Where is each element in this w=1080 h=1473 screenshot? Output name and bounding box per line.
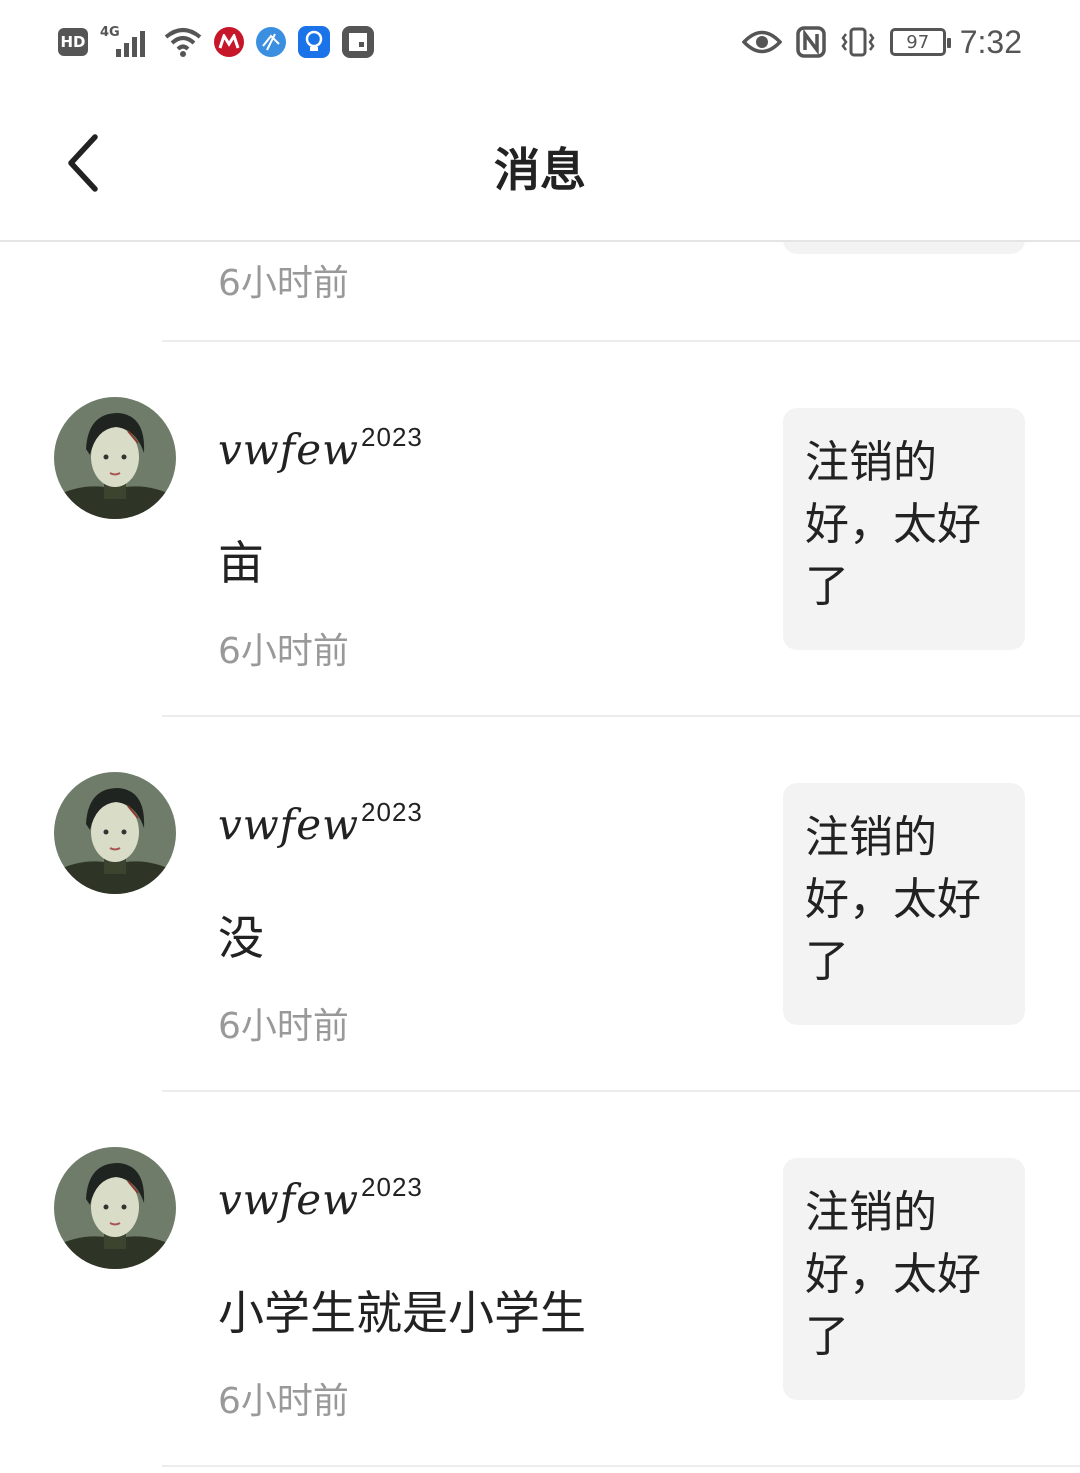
timestamp: 6小时前 [218,1381,349,1422]
hd-voice-icon: HD [58,28,88,56]
bank-app-icon [214,27,244,57]
reference-card[interactable]: 注销的好，太好了 [783,408,1025,650]
cellular-signal-icon: 4G [100,25,152,59]
avatar[interactable] [54,397,176,519]
timestamp: 6小时前 [218,1006,349,1047]
browser-app-icon [256,27,286,57]
list-item[interactable]: vwfew2023 小学生就是小学生 6小时前 注销的好，太好了 [0,1092,1080,1467]
avatar[interactable] [54,772,176,894]
eye-icon [741,30,782,54]
app-header: 消息 [0,84,1080,242]
message-text: 亩 [218,536,264,590]
nfc-icon [795,26,826,58]
wifi-icon [164,28,202,57]
reference-card[interactable]: 注销的好，太好了 [783,783,1025,1025]
status-bar: HD 4G 97 7:32 [0,0,1080,84]
status-icons-right: 97 7:32 [741,22,1022,62]
page-title: 消息 [494,143,586,197]
username[interactable]: vwfew2023 [218,1172,423,1224]
message-list[interactable]: 6小时前 vwfew2023 亩 6小时前 注销的好，太好了 vwfew2023… [0,232,1080,1467]
message-text: 没 [218,911,264,965]
timestamp: 6小时前 [218,631,349,672]
avatar[interactable] [54,1147,176,1269]
vibrate-icon [841,27,875,57]
username-suffix: 2023 [361,797,423,827]
username-text: vwfew [218,1175,360,1224]
status-icons-left: HD 4G [58,22,374,62]
username[interactable]: vwfew2023 [218,422,423,474]
list-item[interactable]: vwfew2023 亩 6小时前 注销的好，太好了 [0,342,1080,717]
list-item-partial[interactable]: 6小时前 [162,232,1080,342]
username-suffix: 2023 [361,1172,423,1202]
battery-icon: 97 [889,28,951,56]
list-item[interactable]: vwfew2023 没 6小时前 注销的好，太好了 [0,717,1080,1092]
clock: 7:32 [959,23,1022,60]
username[interactable]: vwfew2023 [218,797,423,849]
message-text: 小学生就是小学生 [218,1286,586,1340]
username-suffix: 2023 [361,422,423,452]
calendar-app-icon [342,26,374,58]
username-text: vwfew [218,800,360,849]
username-text: vwfew [218,425,360,474]
lightbulb-app-icon [298,26,330,58]
timestamp: 6小时前 [218,263,349,304]
reference-card[interactable]: 注销的好，太好了 [783,1158,1025,1400]
